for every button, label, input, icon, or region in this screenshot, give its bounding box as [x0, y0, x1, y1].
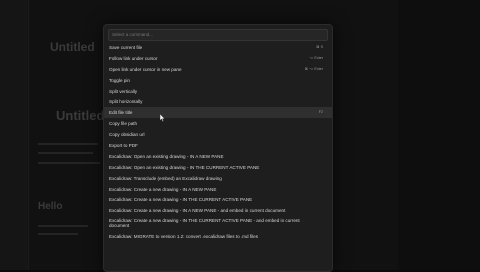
command-item[interactable]: Export to PDF: [104, 140, 332, 151]
command-label: Excalidraw: Create a new drawing - IN TH…: [109, 218, 300, 229]
command-list: Save current file ⌘ S Follow link under cu…: [104, 42, 332, 242]
command-item[interactable]: Save current file ⌘ S: [104, 42, 332, 53]
command-item[interactable]: Excalidraw: Open an existing drawing - I…: [104, 162, 332, 173]
left-ribbon: [0, 0, 29, 270]
background-note-heading: Hello: [38, 201, 63, 212]
command-item[interactable]: Split vertically: [104, 86, 332, 97]
background-text-line: [38, 143, 98, 145]
mouse-cursor-icon: [160, 114, 166, 122]
background-text-line: [38, 225, 88, 227]
background-text-line: [38, 233, 78, 235]
command-label: Excalidraw: Create a new drawing - IN TH…: [109, 197, 253, 203]
command-hotkey: ⌘ S: [316, 44, 323, 49]
command-item[interactable]: Excalidraw: MIGRATE to version 1.2: conv…: [104, 231, 332, 242]
command-label: Excalidraw: Open an existing drawing - I…: [109, 153, 224, 159]
command-label: Export to PDF: [109, 142, 138, 148]
command-label: Copy obsidian url: [109, 132, 145, 138]
command-item[interactable]: Copy obsidian url: [104, 129, 332, 140]
command-item[interactable]: Excalidraw: Create a new drawing - IN A …: [104, 205, 332, 216]
command-hotkey: ⌥ Enter: [309, 55, 323, 60]
command-label: Save current file: [109, 44, 143, 50]
command-item[interactable]: Split horizontally: [104, 96, 332, 107]
command-search-input[interactable]: [108, 29, 328, 41]
command-item[interactable]: Excalidraw: Open an existing drawing - I…: [104, 151, 332, 162]
command-label: Excalidraw: Create a new drawing - IN A …: [109, 186, 217, 192]
command-label: Open link under cursor in new pane: [109, 66, 182, 72]
command-label: Edit file title: [109, 110, 133, 116]
command-palette: Save current file ⌘ S Follow link under cu…: [103, 24, 333, 272]
background-text-line: [38, 152, 93, 154]
command-label: Split vertically: [109, 88, 138, 94]
command-label: Toggle pin: [109, 77, 130, 83]
command-label: Follow link under cursor: [109, 55, 158, 61]
command-item[interactable]: Open link under cursor in new pane ⌘ ⌥ En…: [104, 64, 332, 75]
command-item[interactable]: Follow link under cursor ⌥ Enter: [104, 53, 332, 64]
command-item[interactable]: Excalidraw: Create a new drawing - IN TH…: [104, 194, 332, 205]
command-label: Split horizontally: [109, 99, 143, 105]
background-note-title: Untitled: [50, 40, 95, 54]
command-item[interactable]: Excalidraw: Create a new drawing - IN A …: [104, 184, 332, 195]
background-text-line: [38, 162, 100, 164]
command-item[interactable]: Copy file path: [104, 118, 332, 129]
command-item[interactable]: Excalidraw: Create a new drawing - IN TH…: [104, 216, 332, 231]
command-label: Excalidraw: MIGRATE to version 1.2: conv…: [109, 234, 259, 240]
command-item[interactable]: Excalidraw: Transclude (embed) an Excali…: [104, 173, 332, 184]
command-label: Copy file path: [109, 121, 138, 127]
command-hotkey: F2: [318, 110, 323, 115]
command-hotkey: ⌘ ⌥ Enter: [304, 66, 323, 71]
background-note-title-2: Untitled: [56, 108, 105, 123]
command-label: Excalidraw: Create a new drawing - IN A …: [109, 208, 286, 214]
right-gutter: [398, 0, 480, 270]
command-item[interactable]: Edit file title F2: [104, 107, 332, 119]
command-item[interactable]: Toggle pin: [104, 75, 332, 86]
command-label: Excalidraw: Transclude (embed) an Excali…: [109, 175, 222, 181]
command-label: Excalidraw: Open an existing drawing - I…: [109, 164, 260, 170]
